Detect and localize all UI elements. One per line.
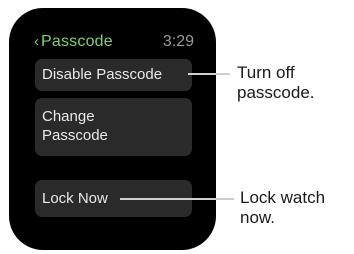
callout-disable-passcode: Turn off passcode. [237,63,315,103]
callout-text-line: passcode. [237,83,315,102]
callout-text-line: now. [240,208,275,227]
change-passcode-button[interactable]: Change Passcode [35,98,192,156]
callout-leader-line [188,73,230,75]
change-passcode-label-line2: Passcode [42,127,108,144]
callout-lock-now: Lock watch now. [240,188,325,228]
change-passcode-label-line1: Change [42,108,95,125]
callout-leader-line [120,198,234,200]
back-chevron-icon[interactable]: ‹ [34,34,39,50]
callout-text-line: Lock watch [240,188,326,207]
screen-title[interactable]: Passcode [41,33,113,51]
disable-passcode-button[interactable]: Disable Passcode [35,59,192,91]
status-bar: ‹ Passcode 3:29 [34,33,194,53]
lock-now-label: Lock Now [42,190,108,207]
callout-text-line: Turn off [237,63,295,82]
clock-time: 3:29 [162,33,194,50]
disable-passcode-label: Disable Passcode [42,66,163,83]
